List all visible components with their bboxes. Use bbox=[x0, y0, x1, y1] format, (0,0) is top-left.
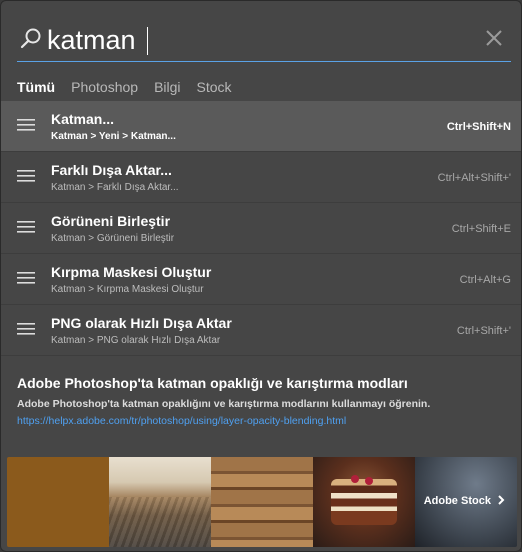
tab-learn[interactable]: Bilgi bbox=[154, 79, 180, 103]
menu-icon bbox=[17, 272, 35, 284]
adobe-stock-label: Adobe Stock bbox=[424, 495, 505, 507]
tab-stock[interactable]: Stock bbox=[197, 79, 232, 103]
result-title: PNG olarak Hızlı Dışa Aktar bbox=[51, 315, 232, 331]
search-icon bbox=[20, 28, 41, 49]
result-path: Katman > PNG olarak Hızlı Dışa Aktar bbox=[51, 335, 221, 346]
stock-thumbnail[interactable] bbox=[313, 457, 415, 547]
menu-icon bbox=[17, 323, 35, 335]
menu-icon bbox=[17, 170, 35, 182]
result-title: Görüneni Birleştir bbox=[51, 213, 171, 229]
result-path: Katman > Farklı Dışa Aktar... bbox=[51, 182, 179, 193]
filter-tabs: Tümü Photoshop Bilgi Stock bbox=[17, 79, 232, 103]
result-item-clipping-mask[interactable]: Kırpma Maskesi Oluştur Katman > Kırpma M… bbox=[1, 254, 521, 305]
article-title[interactable]: Adobe Photoshop'ta katman opaklığı ve ka… bbox=[17, 375, 511, 391]
result-path: Katman > Yeni > Katman... bbox=[51, 131, 176, 142]
stock-thumbnail[interactable] bbox=[109, 457, 211, 547]
chevron-right-icon bbox=[498, 495, 505, 505]
result-title: Katman... bbox=[51, 111, 115, 127]
result-shortcut: Ctrl+Shift+' bbox=[456, 325, 511, 337]
stock-thumbnail[interactable] bbox=[7, 457, 109, 547]
result-shortcut: Ctrl+Alt+Shift+' bbox=[437, 172, 511, 184]
menu-icon bbox=[17, 119, 35, 131]
tab-all[interactable]: Tümü bbox=[17, 79, 56, 103]
learn-article: Adobe Photoshop'ta katman opaklığı ve ka… bbox=[17, 375, 511, 427]
menu-icon bbox=[17, 221, 35, 233]
result-item-merge-visible[interactable]: Görüneni Birleştir Katman > Görüneni Bir… bbox=[1, 203, 521, 254]
stock-thumbnail[interactable] bbox=[211, 457, 313, 547]
close-icon[interactable] bbox=[485, 29, 503, 47]
result-title: Kırpma Maskesi Oluştur bbox=[51, 264, 212, 280]
tab-photoshop[interactable]: Photoshop bbox=[71, 79, 138, 103]
result-item-quick-export-png[interactable]: PNG olarak Hızlı Dışa Aktar Katman > PNG… bbox=[1, 305, 521, 356]
search-input[interactable] bbox=[47, 21, 447, 59]
search-panel: Tümü Photoshop Bilgi Stock Katman... Kat… bbox=[0, 0, 522, 552]
result-path: Katman > Görüneni Birleştir bbox=[51, 233, 175, 244]
result-shortcut: Ctrl+Alt+G bbox=[459, 274, 511, 286]
article-description: Adobe Photoshop'ta katman opaklığını ve … bbox=[17, 398, 431, 410]
result-item-katman[interactable]: Katman... Katman > Yeni > Katman... Ctrl… bbox=[1, 101, 521, 152]
berry-decoration bbox=[365, 477, 373, 485]
result-title: Farklı Dışa Aktar... bbox=[51, 162, 172, 178]
result-item-export-as[interactable]: Farklı Dışa Aktar... Katman > Farklı Dış… bbox=[1, 152, 521, 203]
result-path: Katman > Kırpma Maskesi Oluştur bbox=[51, 284, 204, 295]
article-link[interactable]: https://helpx.adobe.com/tr/photoshop/usi… bbox=[17, 415, 511, 427]
results-list: Katman... Katman > Yeni > Katman... Ctrl… bbox=[1, 101, 521, 356]
cake-image bbox=[331, 479, 397, 525]
adobe-stock-link[interactable]: Adobe Stock bbox=[415, 457, 517, 547]
search-bar bbox=[17, 21, 511, 62]
result-shortcut: Ctrl+Shift+E bbox=[451, 223, 511, 235]
text-caret bbox=[147, 27, 148, 55]
result-shortcut: Ctrl+Shift+N bbox=[446, 121, 511, 133]
berry-decoration bbox=[351, 475, 359, 483]
stock-image-strip: Adobe Stock bbox=[7, 457, 517, 547]
